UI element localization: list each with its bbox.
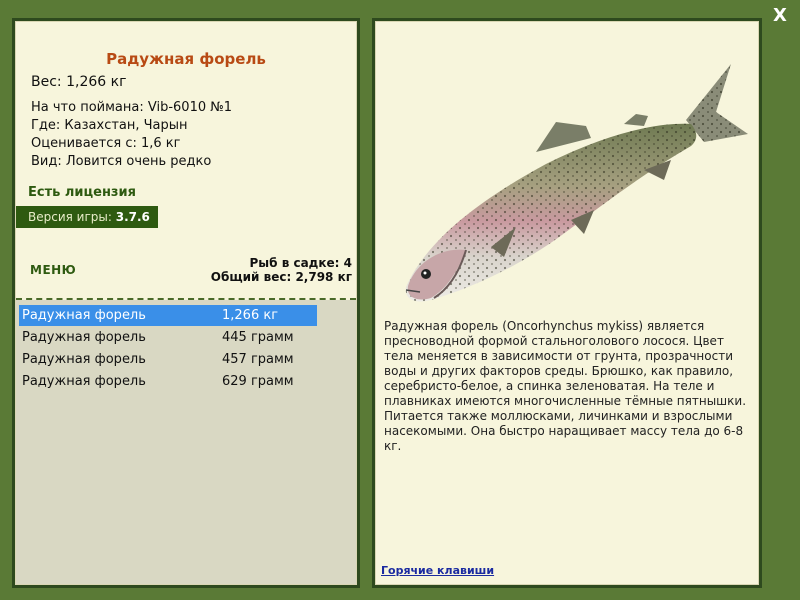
rainbow-trout-image (405, 64, 748, 302)
catch-location: Где: Казахстан, Чарын (31, 118, 188, 133)
catch-weight: 445 грамм (222, 330, 294, 345)
catch-weight: 629 грамм (222, 374, 294, 389)
menu-button[interactable]: МЕНЮ (30, 263, 76, 277)
fish-title: Радужная форель (106, 50, 266, 68)
rarity: Вид: Ловится очень редко (31, 154, 212, 169)
fish-description-panel: Радужная форель (Oncorhynchus mykiss) яв… (372, 18, 762, 588)
fish-count: Рыб в садке: 4 (249, 256, 353, 270)
fish-info-panel: Радужная форель Вес: 1,266 кг На что пой… (12, 18, 360, 588)
caught-with: На что поймана: Vib-6010 №1 (31, 100, 233, 115)
catch-name: Радужная форель (22, 352, 146, 367)
fish-weight: Вес: 1,266 кг (31, 74, 127, 90)
game-version: Версия игры: 3.7.6 (16, 206, 158, 228)
keepnet-stats: Рыб в садке: 4 Общий вес: 2,798 кг (211, 256, 352, 284)
catch-name: Радужная форель (22, 308, 146, 323)
catch-list-item[interactable]: Радужная форель 445 грамм (19, 327, 317, 348)
hotkeys-link[interactable]: Горячие клавиши (381, 564, 494, 577)
close-button[interactable]: X (770, 6, 790, 26)
version-label: Версия игры: (28, 210, 116, 224)
catch-list-item[interactable]: Радужная форель 457 грамм (19, 349, 317, 370)
catch-weight: 457 грамм (222, 352, 294, 367)
fish-description: Радужная форель (Oncorhynchus mykiss) яв… (384, 319, 747, 453)
fish-description-panel-inner: Радужная форель (Oncorhynchus mykiss) яв… (375, 21, 759, 585)
catch-weight: 1,266 кг (222, 308, 279, 323)
valued-from: Оценивается с: 1,6 кг (31, 136, 181, 151)
catch-name: Радужная форель (22, 374, 146, 389)
catch-list-item[interactable]: Радужная форель 629 грамм (19, 371, 317, 392)
catch-name: Радужная форель (22, 330, 146, 345)
fish-info-panel-inner: Радужная форель Вес: 1,266 кг На что пой… (15, 21, 357, 585)
catch-list: Радужная форель 1,266 кг Радужная форель… (16, 300, 356, 584)
catch-list-item[interactable]: Радужная форель 1,266 кг (19, 305, 317, 326)
version-value: 3.7.6 (115, 210, 150, 224)
fish-details: На что поймана: Vib-6010 №1 Где: Казахст… (31, 99, 232, 171)
license-status: Есть лицензия (28, 185, 136, 200)
total-weight: Общий вес: 2,798 кг (210, 270, 352, 284)
